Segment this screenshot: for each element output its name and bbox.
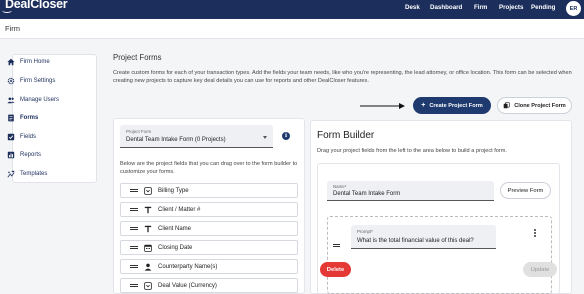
prompt-label: Prompt* <box>357 229 373 234</box>
select-value: Dental Team Intake Form (0 Projects) <box>126 137 226 143</box>
chevron-down-icon <box>263 136 267 139</box>
name-value: Dental Team Intake Form <box>333 191 401 197</box>
field-label: Client Name <box>158 225 192 232</box>
arrow-right-icon <box>360 103 405 109</box>
drag-handle-icon[interactable] <box>130 245 138 250</box>
field-label: Billing Type <box>158 187 189 194</box>
text-icon <box>144 206 152 214</box>
drag-handle-icon[interactable] <box>130 207 138 212</box>
project-form-select[interactable]: Project Form Dental Team Intake Form (0 … <box>120 125 273 148</box>
breadcrumb-bar <box>0 19 584 39</box>
info-icon[interactable]: i <box>282 132 290 140</box>
fields-hint: Below are the project fields that you ca… <box>120 161 298 176</box>
copy-icon <box>503 102 510 109</box>
create-button-label: Create Project Form <box>429 102 483 109</box>
drag-handle-icon[interactable] <box>333 244 340 248</box>
gear-icon <box>7 77 15 85</box>
sidebar-item-label: Forms <box>20 115 39 121</box>
more-options-icon[interactable] <box>534 229 537 239</box>
field-deal-value[interactable]: Deal Value (Currency) <box>120 278 298 293</box>
nav-projects[interactable]: Projects <box>499 4 523 11</box>
update-button[interactable]: Update <box>523 262 557 277</box>
drag-handle-icon[interactable] <box>130 264 138 269</box>
sidebar-item-forms[interactable]: Forms <box>7 114 38 122</box>
preview-form-button[interactable]: Preview Form <box>500 182 551 199</box>
top-navbar: DealCloser Desk Dashboard Firm Projects … <box>0 0 584 19</box>
bar-chart-icon <box>7 151 15 159</box>
form-builder-hint: Drag your project fields from the left t… <box>317 148 507 154</box>
nav-desk[interactable]: Desk <box>405 4 420 11</box>
sidebar-item-label: Firm Settings <box>20 78 56 84</box>
drag-handle-icon[interactable] <box>130 283 138 288</box>
nav-firm[interactable]: Firm <box>474 4 487 11</box>
person-icon <box>144 263 152 271</box>
home-icon <box>7 58 15 66</box>
text-icon <box>144 225 152 233</box>
form-builder-title: Form Builder <box>317 130 375 141</box>
nav-pending[interactable]: Pending <box>531 4 555 11</box>
dropdown-icon <box>144 186 152 195</box>
breadcrumb: Firm <box>5 24 20 33</box>
field-label: Counterparty Name(s) <box>158 263 218 270</box>
checkbox-icon <box>7 133 15 141</box>
sidebar-item-label: Manage Users <box>20 97 60 103</box>
field-billing-type[interactable]: Billing Type <box>120 183 298 198</box>
app-logo[interactable]: DealCloser <box>5 0 68 11</box>
sidebar-item-firm-home[interactable]: Firm Home <box>7 58 50 66</box>
logo-swoosh-icon <box>2 8 12 13</box>
field-label: Closing Date <box>158 244 193 251</box>
field-client-matter[interactable]: Client / Matter # <box>120 202 298 217</box>
users-icon <box>7 97 15 104</box>
name-label: Name* <box>333 184 347 189</box>
field-closing-date[interactable]: Closing Date <box>120 240 298 255</box>
sidebar-item-manage-users[interactable]: Manage Users <box>7 96 59 104</box>
sidebar-item-fields[interactable]: Fields <box>7 133 36 141</box>
nav-dashboard[interactable]: Dashboard <box>430 4 462 11</box>
clone-project-form-button[interactable]: Clone Project Form <box>497 97 572 114</box>
field-client-name[interactable]: Client Name <box>120 221 298 236</box>
field-label: Deal Value (Currency) <box>158 282 217 289</box>
forms-icon <box>8 114 14 122</box>
sidebar-item-label: Fields <box>20 134 37 140</box>
prompt-field[interactable]: Prompt* What is the total financial valu… <box>351 225 496 249</box>
drag-handle-icon[interactable] <box>130 226 138 231</box>
plus-icon: + <box>421 102 426 109</box>
form-name-field[interactable]: Name* Dental Team Intake Form <box>327 181 494 201</box>
page-title: Project Forms <box>113 53 162 62</box>
field-counterparty-names[interactable]: Counterparty Name(s) <box>120 259 298 274</box>
sidebar-item-label: Reports <box>20 152 42 158</box>
clone-button-label: Clone Project Form <box>514 102 566 109</box>
calendar-icon <box>144 244 152 252</box>
delete-button[interactable]: Delete <box>320 262 351 277</box>
create-project-form-button[interactable]: + Create Project Form <box>413 97 491 114</box>
page-description: Create custom forms for each of your tra… <box>113 70 572 85</box>
prompt-value: What is the total financial value of thi… <box>357 238 474 244</box>
field-label: Client / Matter # <box>158 206 201 213</box>
sidebar-item-firm-settings[interactable]: Firm Settings <box>7 77 55 85</box>
sidebar-item-reports[interactable]: Reports <box>7 151 41 159</box>
drag-handle-icon[interactable] <box>130 188 138 193</box>
user-avatar[interactable]: ER <box>566 1 581 16</box>
templates-icon <box>7 170 15 178</box>
dropdown-icon <box>144 281 152 290</box>
select-label: Project Form <box>126 129 152 134</box>
sidebar-item-label: Firm Home <box>20 59 50 65</box>
sidebar-item-label: Templates <box>20 171 48 177</box>
sidebar-item-templates[interactable]: Templates <box>7 170 47 178</box>
